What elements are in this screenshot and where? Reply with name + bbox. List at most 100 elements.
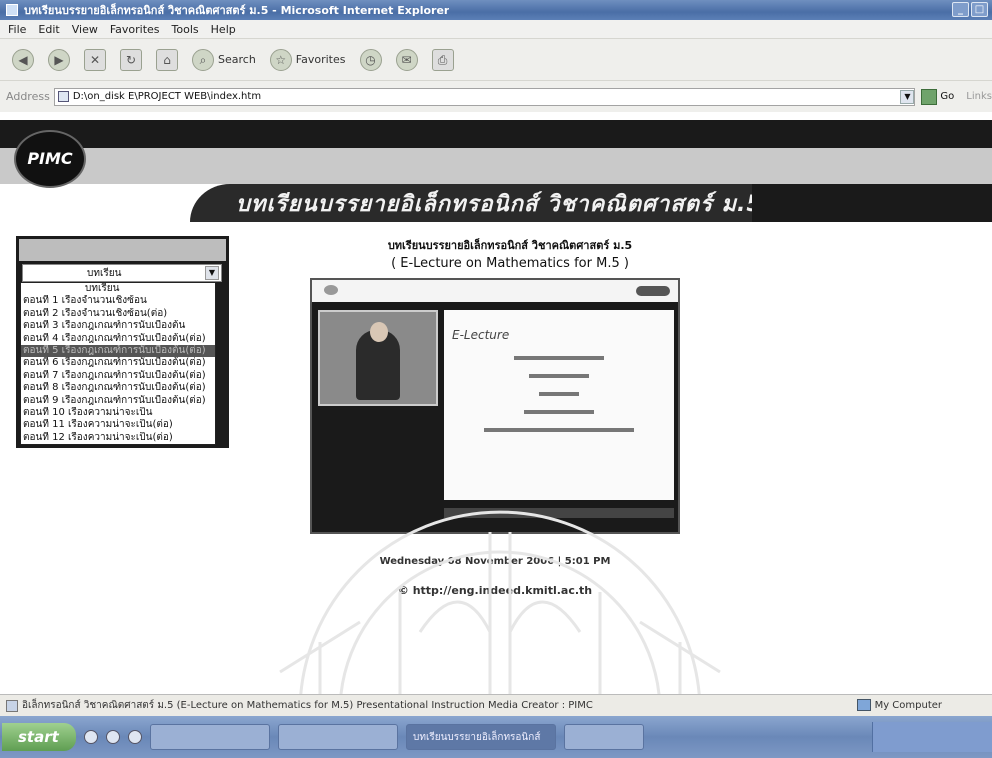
menu-favorites[interactable]: Favorites	[110, 23, 160, 36]
window-title-bar[interactable]: บทเรียนบรรยายอิเล็กทรอนิกส์ วิชาคณิตศาสต…	[0, 0, 992, 20]
pimc-logo: PIMC	[14, 130, 86, 188]
preview-text-line	[539, 392, 579, 396]
preview-main-panel: E-Lecture	[444, 310, 674, 500]
lesson-option[interactable]: ตอนที่ 10 เรื่องความน่าจะเป็น	[21, 407, 215, 419]
preview-pill-button	[636, 286, 670, 296]
window-title: บทเรียนบรรยายอิเล็กทรอนิกส์ วิชาคณิตศาสต…	[24, 4, 450, 17]
banner-title-band: บทเรียนบรรยายอิเล็กทรอนิกส์ วิชาคณิตศาสต…	[190, 184, 992, 222]
preview-text-line	[514, 356, 604, 360]
chevron-down-icon[interactable]: ▼	[205, 266, 219, 280]
lesson-dropdown-list: บทเรียน ตอนที่ 1 เรื่องจำนวนเชิงซ้อน ตอนที…	[20, 282, 216, 446]
date-time-text: Wednesday 08 November 2006 | 5:01 PM	[379, 556, 611, 567]
preview-text-line	[484, 428, 634, 432]
site-url-text: © http://eng.indeed.kmitl.ac.th	[397, 584, 593, 597]
stop-icon: ✕	[84, 48, 106, 71]
preview-text-line	[524, 410, 594, 414]
maximize-button[interactable]: □	[971, 2, 988, 17]
page-title-thai: บทเรียนบรรยายอิเล็กทรอนิกส์ วิชาคณิตศาสต…	[387, 239, 633, 252]
print-button[interactable]: ⎙	[431, 48, 454, 71]
address-input[interactable]: D:\on_disk E\PROJECT WEB\index.htm ▼	[53, 87, 916, 106]
forward-icon: ▶	[48, 48, 70, 71]
zone-label: My Computer	[874, 699, 942, 711]
back-button[interactable]: ◀	[12, 48, 34, 71]
preview-menu	[318, 412, 438, 516]
preview-top-bar	[312, 280, 678, 302]
preview-text-line	[529, 374, 589, 378]
mail-button[interactable]: ✉	[395, 48, 418, 71]
taskbar: start บทเรียนบรรยายอิเล็กทรอนิกส์	[0, 716, 992, 758]
go-button[interactable]: Go	[921, 88, 955, 105]
banner-middle-band	[0, 148, 992, 184]
lesson-option[interactable]: ตอนที่ 5 เรื่องกฎเกณฑ์การนับเบื้องต้น(ต่…	[21, 344, 215, 358]
address-url: D:\on_disk E\PROJECT WEB\index.htm	[72, 91, 262, 102]
mail-icon: ✉	[395, 48, 418, 71]
lesson-option[interactable]: ตอนที่ 8 เรื่องกฎเกณฑ์การนับเบื้องต้น(ต่…	[21, 382, 215, 394]
back-icon: ◀	[12, 48, 34, 71]
ie-app-icon	[6, 4, 18, 16]
menu-bar: File Edit View Favorites Tools Help	[0, 20, 992, 38]
links-label[interactable]: Links	[966, 91, 992, 102]
search-button[interactable]: ⌕ Search	[192, 48, 256, 71]
lesson-option[interactable]: ตอนที่ 2 เรื่องจำนวนเชิงซ้อน(ต่อ)	[21, 308, 215, 320]
start-button[interactable]: start	[2, 723, 76, 751]
center-header: บทเรียนบรรยายอิเล็กทรอนิกส์ วิชาคณิตศาสต…	[310, 236, 710, 271]
preview-bottom-bar	[444, 508, 674, 518]
quicklaunch-ie-icon[interactable]	[84, 730, 98, 744]
preview-logo	[324, 285, 338, 295]
lesson-option[interactable]: ตอนที่ 7 เรื่องกฎเกณฑ์การนับเบื้องต้น(ต่…	[21, 370, 215, 382]
favorites-label: Favorites	[295, 53, 346, 66]
home-icon: ⌂	[156, 48, 178, 71]
refresh-button[interactable]: ↻	[120, 48, 142, 71]
lesson-option[interactable]: ตอนที่ 6 เรื่องกฎเกณฑ์การนับเบื้องต้น(ต่…	[21, 357, 215, 369]
page-title-english: ( E-Lecture on Mathematics for M.5 )	[391, 256, 629, 271]
lesson-select-value: บทเรียน	[87, 267, 122, 279]
presenter-face	[370, 322, 388, 342]
lesson-option[interactable]: ตอนที่ 12 เรื่องความน่าจะเป็น(ต่อ)	[21, 432, 215, 444]
quicklaunch-media-icon[interactable]	[106, 730, 120, 744]
address-dropdown-icon[interactable]: ▼	[900, 89, 915, 104]
banner-top-bar	[0, 120, 992, 148]
menu-view[interactable]: View	[72, 23, 98, 36]
status-text: อิเล็กทรอนิกส์ วิชาคณิตศาสตร์ ม.5 (E-Lec…	[22, 700, 593, 711]
page-icon	[57, 91, 69, 102]
lesson-option[interactable]: บทเรียน	[21, 283, 215, 295]
quicklaunch-desktop-icon[interactable]	[128, 730, 142, 744]
menu-file[interactable]: File	[8, 23, 26, 36]
home-button[interactable]: ⌂	[156, 48, 178, 71]
status-bar: อิเล็กทรอนิกส์ วิชาคณิตศาสตร์ ม.5 (E-Lec…	[0, 694, 992, 716]
address-bar: Address D:\on_disk E\PROJECT WEB\index.h…	[0, 80, 992, 112]
taskbar-window-button[interactable]	[278, 724, 398, 750]
search-icon: ⌕	[192, 48, 214, 71]
lesson-option[interactable]: ตอนที่ 9 เรื่องกฎเกณฑ์การนับเบื้องต้น(ต่…	[21, 395, 215, 407]
lesson-option[interactable]: ตอนที่ 1 เรื่องจำนวนเชิงซ้อน	[21, 295, 215, 307]
browser-toolbar: ◀ ▶ ✕ ↻ ⌂ ⌕ Search ☆ Favorites ◷ ✉ ⎙	[0, 38, 992, 80]
refresh-icon: ↻	[120, 48, 142, 71]
history-icon: ◷	[359, 48, 382, 71]
lesson-panel-header	[19, 239, 226, 261]
computer-icon	[856, 699, 871, 711]
menu-help[interactable]: Help	[211, 23, 236, 36]
lesson-option[interactable]: ตอนที่ 3 เรื่องกฎเกณฑ์การนับเบื้องต้น	[21, 320, 215, 332]
go-label: Go	[940, 91, 955, 102]
lesson-option[interactable]: ตอนที่ 11 เรื่องความน่าจะเป็น(ต่อ)	[21, 419, 215, 431]
favorites-button[interactable]: ☆ Favorites	[269, 48, 346, 71]
taskbar-active-window-button[interactable]: บทเรียนบรรยายอิเล็กทรอนิกส์	[406, 724, 556, 750]
security-zone: My Computer	[856, 699, 942, 711]
minimize-button[interactable]: _	[952, 2, 969, 17]
menu-edit[interactable]: Edit	[38, 23, 59, 36]
forward-button[interactable]: ▶	[48, 48, 70, 71]
window-controls: _ □	[952, 2, 988, 17]
start-label: start	[18, 728, 59, 746]
banner-band-end	[752, 184, 992, 222]
lesson-option[interactable]: ตอนที่ 4 เรื่องกฎเกณฑ์การนับเบื้องต้น(ต่…	[21, 333, 215, 345]
print-icon: ⎙	[431, 48, 454, 71]
history-button[interactable]: ◷	[359, 48, 382, 71]
page-status-icon	[6, 699, 18, 712]
system-tray	[872, 722, 992, 752]
stop-button[interactable]: ✕	[84, 48, 106, 71]
lecture-preview-image[interactable]: E-Lecture	[310, 278, 680, 534]
menu-tools[interactable]: Tools	[172, 23, 199, 36]
lesson-select[interactable]: บทเรียน ▼	[22, 264, 222, 282]
taskbar-window-button[interactable]	[150, 724, 270, 750]
taskbar-window-button[interactable]	[564, 724, 644, 750]
